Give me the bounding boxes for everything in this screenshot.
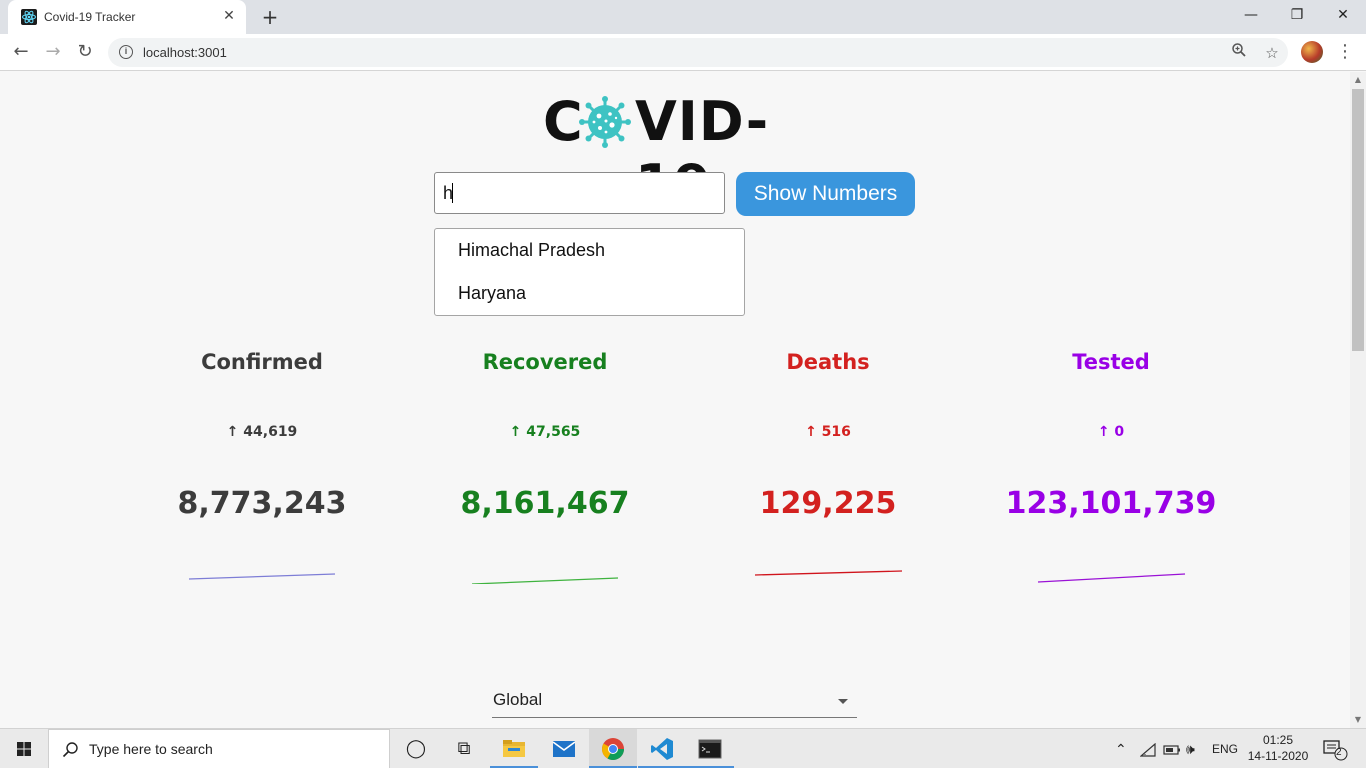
restore-button[interactable]: ❐ bbox=[1274, 0, 1320, 30]
bookmark-star-icon[interactable]: ☆ bbox=[1261, 42, 1283, 64]
suggestion-dropdown: Himachal Pradesh Haryana bbox=[434, 228, 745, 316]
browser-tab[interactable]: Covid-19 Tracker ✕ bbox=[8, 0, 246, 34]
confirmed-sparkline bbox=[188, 573, 336, 580]
stat-total: 123,101,739 bbox=[1005, 486, 1217, 521]
tray-overflow-icon[interactable]: ⌃ bbox=[1115, 729, 1127, 768]
stat-delta: ↑ 516 bbox=[805, 424, 851, 440]
profile-avatar[interactable] bbox=[1301, 41, 1323, 63]
url-text[interactable]: localhost:3001 bbox=[143, 45, 227, 60]
stat-delta: ↑ 47,565 bbox=[509, 424, 581, 440]
virus-icon bbox=[579, 96, 631, 148]
recovered-sparkline bbox=[471, 577, 619, 584]
page-scrollbar[interactable]: ▲ ▼ bbox=[1350, 72, 1366, 728]
volume-icon[interactable]: 🕪 bbox=[1186, 729, 1195, 768]
mail-icon[interactable] bbox=[540, 729, 588, 768]
terminal-icon[interactable] bbox=[686, 729, 734, 768]
tab-bar: Covid-19 Tracker ✕ + — ❐ ✕ bbox=[0, 0, 1366, 34]
clock-date: 14-11-2020 bbox=[1247, 749, 1309, 763]
stat-total: 8,773,243 bbox=[177, 486, 347, 521]
show-numbers-button[interactable]: Show Numbers bbox=[736, 172, 915, 216]
forward-arrow-icon[interactable]: → bbox=[41, 40, 65, 64]
covid-logo: C VID-19 bbox=[543, 90, 808, 216]
cortana-icon[interactable]: ◯ bbox=[392, 729, 440, 768]
taskbar-search-box[interactable]: Type here to search bbox=[48, 729, 390, 768]
zoom-icon[interactable] bbox=[1228, 42, 1250, 64]
browser-toolbar: ← → ↻ i localhost:3001 ☆ ⋮ bbox=[0, 34, 1366, 71]
logo-text-c: C bbox=[543, 90, 584, 153]
tab-close-icon[interactable]: ✕ bbox=[220, 7, 238, 25]
battery-icon[interactable] bbox=[1163, 729, 1181, 768]
back-arrow-icon[interactable]: ← bbox=[9, 40, 33, 64]
stat-title: Tested bbox=[1072, 350, 1150, 374]
chrome-icon[interactable] bbox=[589, 729, 637, 768]
stat-deaths: Deaths ↑ 516 129,225 bbox=[698, 350, 958, 521]
tested-sparkline bbox=[1037, 573, 1186, 583]
new-tab-button[interactable]: + bbox=[258, 5, 282, 29]
network-icon[interactable] bbox=[1139, 729, 1156, 768]
site-info-icon[interactable]: i bbox=[119, 45, 133, 59]
region-select-value: Global bbox=[493, 690, 543, 709]
suggestion-item[interactable]: Haryana bbox=[458, 283, 526, 304]
stat-title: Recovered bbox=[482, 350, 608, 374]
minimize-button[interactable]: — bbox=[1228, 0, 1274, 30]
clock-time: 01:25 bbox=[1262, 733, 1294, 747]
stat-total: 129,225 bbox=[759, 486, 897, 521]
stat-tested: Tested ↑ 0 123,101,739 bbox=[981, 350, 1241, 521]
dropdown-arrow-icon bbox=[838, 699, 848, 704]
stat-title: Deaths bbox=[786, 350, 870, 374]
page-viewport: C VID-19 Show Numbers Himachal Prade bbox=[0, 72, 1350, 728]
text-caret bbox=[452, 183, 453, 203]
search-icon bbox=[62, 742, 78, 758]
react-icon bbox=[21, 9, 37, 25]
taskbar-search-placeholder: Type here to search bbox=[89, 741, 213, 757]
scroll-up-arrow-icon[interactable]: ▲ bbox=[1350, 72, 1366, 88]
scroll-down-arrow-icon[interactable]: ▼ bbox=[1350, 712, 1366, 728]
vscode-icon[interactable] bbox=[638, 729, 686, 768]
scroll-thumb[interactable] bbox=[1352, 89, 1364, 351]
state-search-input[interactable] bbox=[434, 172, 725, 214]
start-button[interactable] bbox=[0, 729, 48, 768]
tab-title: Covid-19 Tracker bbox=[44, 10, 136, 24]
menu-kebab-icon[interactable]: ⋮ bbox=[1336, 40, 1354, 64]
reload-icon[interactable]: ↻ bbox=[73, 40, 97, 64]
windows-logo-icon bbox=[17, 742, 31, 756]
taskbar-clock[interactable]: 01:25 14-11-2020 bbox=[1244, 732, 1312, 764]
language-indicator[interactable]: ENG bbox=[1212, 729, 1238, 768]
region-select[interactable]: Global bbox=[492, 686, 857, 718]
stat-delta: ↑ 0 bbox=[1097, 424, 1125, 440]
file-explorer-icon[interactable] bbox=[490, 729, 538, 768]
stat-recovered: Recovered ↑ 47,565 8,161,467 bbox=[415, 350, 675, 521]
address-bar[interactable]: i localhost:3001 ☆ bbox=[108, 38, 1288, 67]
suggestion-item[interactable]: Himachal Pradesh bbox=[458, 240, 605, 261]
notification-count: 2 bbox=[1336, 747, 1342, 758]
windows-taskbar: Type here to search ◯ ⧉ ⌃ 🕪 ENG 01:25 14… bbox=[0, 728, 1366, 768]
stat-confirmed: Confirmed ↑ 44,619 8,773,243 bbox=[132, 350, 392, 521]
stat-delta: ↑ 44,619 bbox=[226, 424, 298, 440]
stat-total: 8,161,467 bbox=[460, 486, 630, 521]
deaths-sparkline bbox=[754, 570, 903, 576]
stat-title: Confirmed bbox=[201, 350, 323, 374]
close-window-button[interactable]: ✕ bbox=[1320, 0, 1366, 30]
task-view-icon[interactable]: ⧉ bbox=[440, 729, 488, 768]
